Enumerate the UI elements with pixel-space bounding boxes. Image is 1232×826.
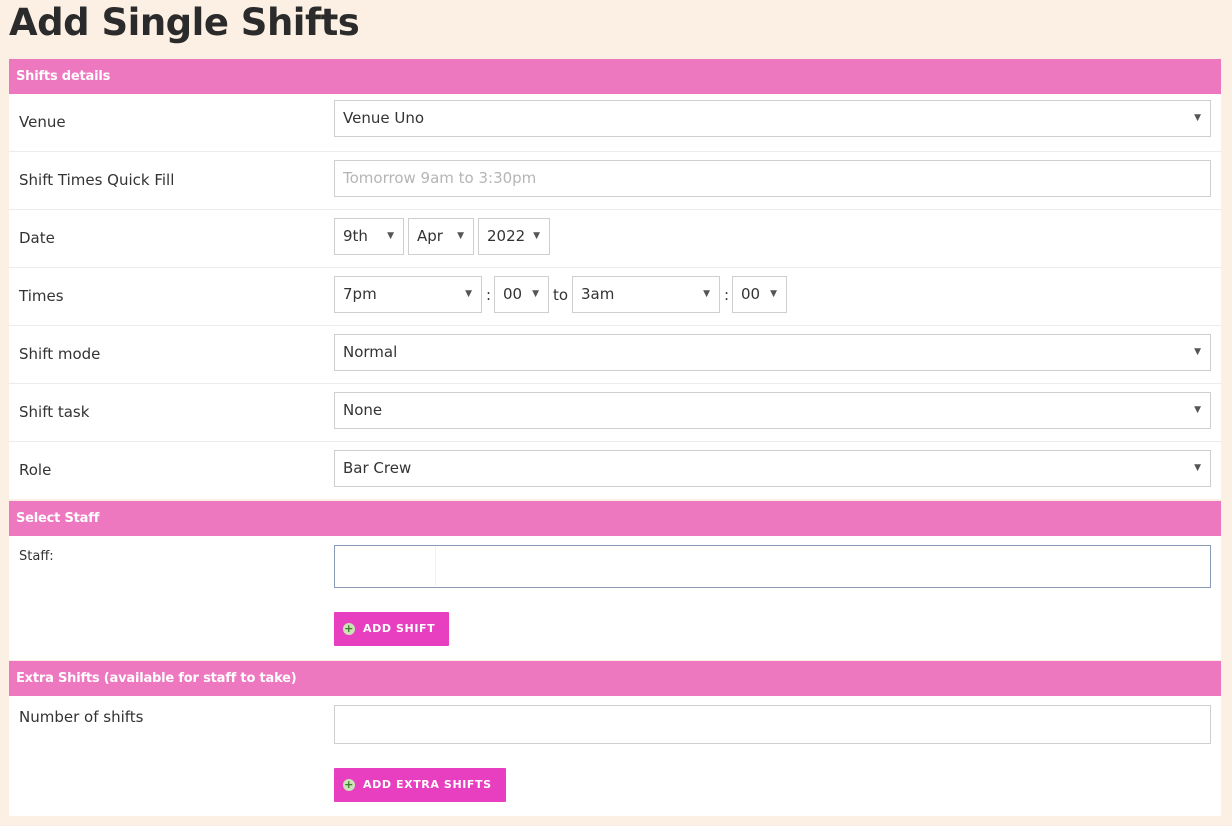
staff-label: Staff:: [19, 549, 54, 564]
end-minute-select[interactable]: 00 ▼: [732, 276, 787, 313]
date-label: Date: [19, 229, 55, 247]
chevron-down-icon: ▼: [770, 289, 777, 299]
shift-task-select[interactable]: None ▼: [334, 392, 1211, 429]
shift-details-panel: Shifts details Venue Venue Uno ▼ Shift T…: [9, 59, 1221, 499]
chevron-down-icon: ▼: [465, 289, 472, 299]
shift-task-value: None: [343, 401, 383, 419]
chevron-down-icon: ▼: [1194, 347, 1201, 357]
number-of-shifts-label: Number of shifts: [19, 708, 144, 726]
role-select[interactable]: Bar Crew ▼: [334, 450, 1211, 487]
role-row: Role Bar Crew ▼: [9, 442, 1221, 499]
start-hour-value: 7pm: [343, 285, 377, 303]
date-row: Date 9th ▼ Apr ▼ 2022 ▼: [9, 210, 1221, 268]
venue-label: Venue: [19, 113, 66, 131]
end-hour-value: 3am: [581, 285, 615, 303]
shift-mode-value: Normal: [343, 343, 398, 361]
quick-fill-row: Shift Times Quick Fill Tomorrow 9am to 3…: [9, 152, 1221, 210]
time-colon: :: [724, 286, 730, 304]
chevron-down-icon: ▼: [533, 231, 540, 241]
page-title: Add Single Shifts: [9, 1, 360, 44]
start-minute-select[interactable]: 00 ▼: [494, 276, 549, 313]
day-select[interactable]: 9th ▼: [334, 218, 404, 255]
add-shift-button[interactable]: + ADD SHIFT: [334, 612, 450, 646]
plus-circle-icon: +: [343, 622, 355, 635]
time-colon: :: [486, 286, 492, 304]
quick-fill-input[interactable]: Tomorrow 9am to 3:30pm: [334, 160, 1211, 197]
shift-task-row: Shift task None ▼: [9, 384, 1221, 442]
role-value: Bar Crew: [343, 459, 412, 477]
month-select[interactable]: Apr ▼: [408, 218, 474, 255]
add-extra-shifts-button[interactable]: + ADD EXTRA SHIFTS: [334, 768, 506, 802]
chevron-down-icon: ▼: [532, 289, 539, 299]
section-header-extra-shifts: Extra Shifts (available for staff to tak…: [9, 661, 1221, 696]
month-value: Apr: [417, 227, 443, 245]
year-value: 2022: [487, 227, 526, 245]
staff-search-box[interactable]: [336, 547, 436, 586]
shift-mode-label: Shift mode: [19, 345, 101, 363]
number-of-shifts-input[interactable]: [334, 705, 1211, 744]
chevron-down-icon: ▼: [1194, 405, 1201, 415]
venue-select[interactable]: Venue Uno ▼: [334, 100, 1211, 137]
venue-value: Venue Uno: [343, 109, 424, 127]
role-label: Role: [19, 461, 52, 479]
shift-mode-select[interactable]: Normal ▼: [334, 334, 1211, 371]
chevron-down-icon: ▼: [1194, 113, 1201, 123]
start-hour-select[interactable]: 7pm ▼: [334, 276, 482, 313]
chevron-down-icon: ▼: [1194, 463, 1201, 473]
shift-task-label: Shift task: [19, 403, 90, 421]
select-staff-panel: Select Staff Staff: + ADD SHIFT: [9, 501, 1221, 660]
add-extra-shifts-label: ADD EXTRA SHIFTS: [363, 778, 492, 791]
staff-multiselect[interactable]: [334, 545, 1211, 588]
chevron-down-icon: ▼: [703, 289, 710, 299]
times-row: Times 7pm ▼ : 00 ▼ to 3am ▼ : 00 ▼: [9, 268, 1221, 326]
section-header-select-staff: Select Staff: [9, 501, 1221, 536]
venue-row: Venue Venue Uno ▼: [9, 94, 1221, 152]
end-hour-select[interactable]: 3am ▼: [572, 276, 720, 313]
shift-mode-row: Shift mode Normal ▼: [9, 326, 1221, 384]
quick-fill-placeholder: Tomorrow 9am to 3:30pm: [343, 169, 537, 187]
section-header-shift-details: Shifts details: [9, 59, 1221, 94]
day-value: 9th: [343, 227, 368, 245]
end-minute-value: 00: [741, 285, 761, 303]
year-select[interactable]: 2022 ▼: [478, 218, 550, 255]
chevron-down-icon: ▼: [457, 231, 464, 241]
chevron-down-icon: ▼: [387, 231, 394, 241]
quick-fill-label: Shift Times Quick Fill: [19, 171, 175, 189]
times-label: Times: [19, 287, 64, 305]
extra-shifts-panel: Extra Shifts (available for staff to tak…: [9, 661, 1221, 816]
time-to-label: to: [553, 286, 569, 304]
add-shift-label: ADD SHIFT: [363, 622, 436, 635]
start-minute-value: 00: [503, 285, 523, 303]
plus-circle-icon: +: [343, 778, 355, 791]
